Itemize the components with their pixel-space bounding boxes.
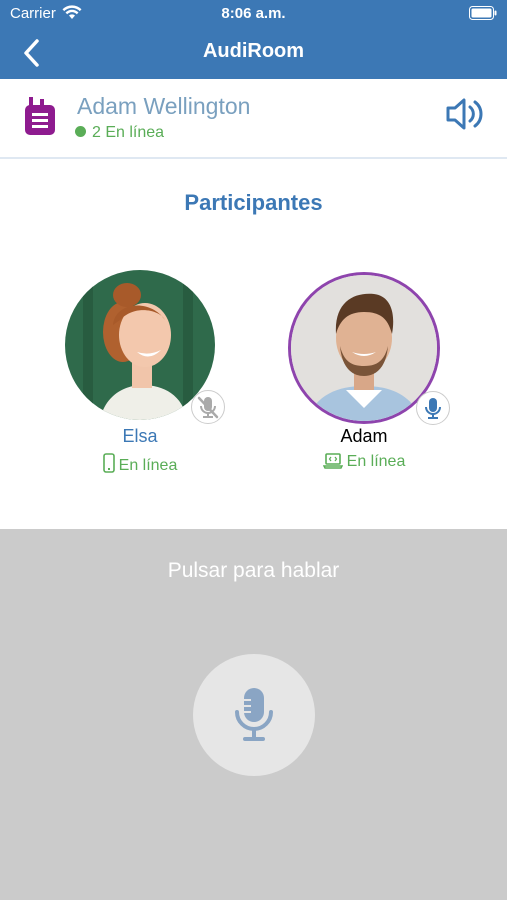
nav-bar: AudiRoom <box>0 26 507 79</box>
online-count-label: 2 En línea <box>92 124 165 141</box>
laptop-icon <box>322 453 343 469</box>
participant-name: Adam <box>340 426 388 446</box>
push-to-talk-button[interactable] <box>193 654 315 776</box>
participants-title: Participantes <box>184 190 323 215</box>
online-count: 2 En línea <box>75 124 164 142</box>
participant-status-label: En línea <box>346 453 406 470</box>
contact-header: Adam Wellington 2 En línea <box>0 79 507 159</box>
mic-muted-icon <box>197 396 219 419</box>
walkie-talkie-icon <box>22 96 58 143</box>
participant-elsa[interactable]: Elsa En línea <box>60 270 225 474</box>
push-to-talk-panel: Pulsar para hablar <box>0 529 507 900</box>
mic-icon <box>425 398 441 419</box>
speaker-icon <box>446 98 483 130</box>
participant-status: En línea <box>284 453 444 471</box>
clock-time: 8:06 a.m. <box>221 5 286 22</box>
phone-icon <box>102 453 115 473</box>
participant-status-label: En línea <box>118 457 178 474</box>
participant-status: En línea <box>60 453 220 475</box>
status-bar: Carrier 8:06 a.m. <box>0 0 507 26</box>
participant-adam[interactable]: Adam En línea <box>284 270 450 470</box>
page-title: AudiRoom <box>202 40 305 62</box>
battery-icon <box>469 6 497 24</box>
push-to-talk-label: Pulsar para hablar <box>167 559 340 582</box>
microphone-icon <box>235 688 273 741</box>
contact-name: Adam Wellington <box>77 93 251 119</box>
mic-muted-badge <box>191 390 225 424</box>
participant-name: Elsa <box>122 426 158 446</box>
mic-active-badge <box>416 391 450 425</box>
online-dot-icon <box>75 126 86 137</box>
speaker-button[interactable] <box>445 95 487 138</box>
